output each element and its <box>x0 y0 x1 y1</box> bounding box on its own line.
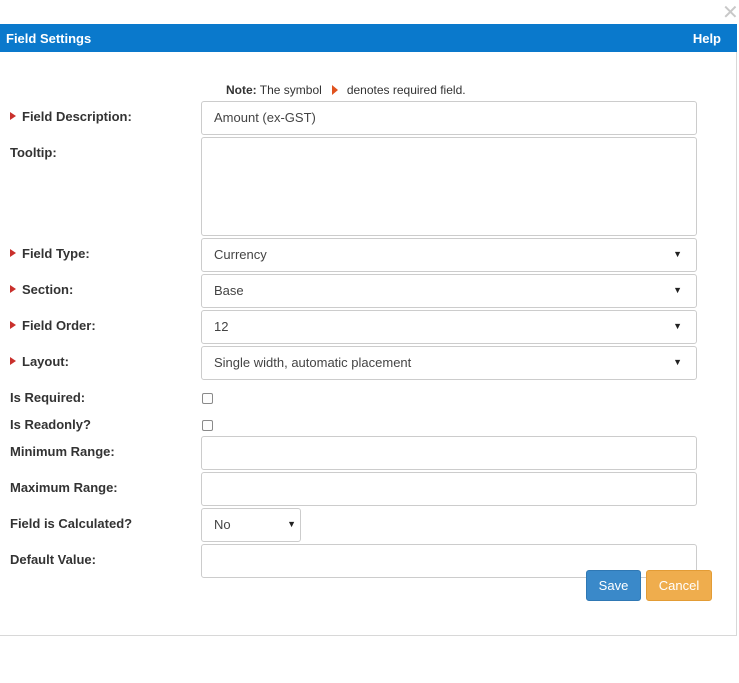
dialog-titlebar: Field Settings Help <box>0 24 737 52</box>
field-order-label-text: Field Order: <box>22 318 96 333</box>
chevron-down-icon: ▼ <box>673 321 682 331</box>
field-description-label-text: Field Description: <box>22 109 132 124</box>
default-value-label: Default Value: <box>10 552 96 567</box>
required-marker-icon <box>10 112 16 120</box>
chevron-down-icon: ▼ <box>673 249 682 259</box>
field-type-label: Field Type: <box>10 246 90 261</box>
field-order-value: 12 <box>214 319 229 334</box>
maximum-range-input[interactable] <box>201 472 697 506</box>
required-note: Note: The symbol denotes required field. <box>226 83 466 97</box>
note-text-before: The symbol <box>259 83 322 97</box>
section-select[interactable]: Base ▼ <box>201 274 697 308</box>
field-type-select[interactable]: Currency ▼ <box>201 238 697 272</box>
save-button[interactable]: Save <box>586 570 641 601</box>
minimum-range-input[interactable] <box>201 436 697 470</box>
field-description-input[interactable]: Amount (ex-GST) <box>201 101 697 135</box>
layout-value: Single width, automatic placement <box>214 355 412 370</box>
field-is-calculated-label: Field is Calculated? <box>10 516 133 531</box>
layout-select[interactable]: Single width, automatic placement ▼ <box>201 346 697 380</box>
section-label: Section: <box>10 282 73 297</box>
minimum-range-label: Minimum Range: <box>10 444 115 459</box>
note-text-after: denotes required field. <box>346 83 466 97</box>
close-icon[interactable]: ✕ <box>722 3 739 23</box>
required-marker-icon <box>10 321 16 329</box>
dialog-title: Field Settings <box>6 31 92 46</box>
chevron-down-icon: ▼ <box>287 519 296 529</box>
layout-label: Layout: <box>10 354 69 369</box>
is-required-label: Is Required: <box>10 390 86 405</box>
tooltip-textarea[interactable] <box>201 137 697 236</box>
chevron-down-icon: ▼ <box>673 285 682 295</box>
section-value: Base <box>214 283 244 298</box>
required-marker-icon <box>10 249 16 257</box>
field-is-calculated-select[interactable]: No ▼ <box>201 508 301 542</box>
maximum-range-label: Maximum Range: <box>10 480 118 495</box>
field-description-label: Field Description: <box>10 109 132 124</box>
tooltip-label-text: Tooltip: <box>10 145 57 160</box>
required-marker-icon <box>331 85 338 95</box>
field-type-label-text: Field Type: <box>22 246 90 261</box>
field-type-value: Currency <box>214 247 267 262</box>
is-readonly-checkbox[interactable] <box>202 420 213 431</box>
help-link[interactable]: Help <box>693 31 721 46</box>
section-label-text: Section: <box>22 282 74 297</box>
required-marker-icon <box>10 357 16 365</box>
tooltip-label: Tooltip: <box>10 145 57 160</box>
chevron-down-icon: ▼ <box>673 357 682 367</box>
field-is-calculated-value: No <box>214 517 231 532</box>
layout-label-text: Layout: <box>22 354 69 369</box>
field-order-select[interactable]: 12 ▼ <box>201 310 697 344</box>
field-order-label: Field Order: <box>10 318 96 333</box>
required-marker-icon <box>10 285 16 293</box>
is-readonly-label: Is Readonly? <box>10 417 91 432</box>
cancel-button[interactable]: Cancel <box>646 570 712 601</box>
is-required-checkbox[interactable] <box>202 393 213 404</box>
note-prefix: Note: <box>226 83 257 97</box>
